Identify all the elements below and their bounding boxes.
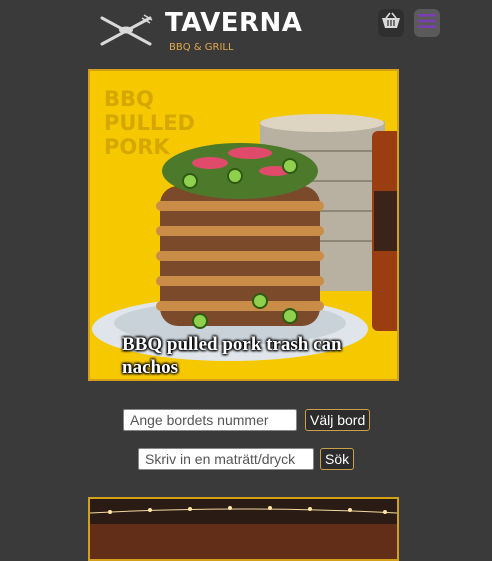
fork-knife-spoon-icon bbox=[96, 10, 156, 50]
second-dish-card[interactable] bbox=[88, 497, 399, 561]
search-input[interactable] bbox=[138, 448, 314, 470]
cart-button[interactable] bbox=[378, 9, 404, 37]
featured-dish-card[interactable]: BBQ PULLED PORK BBQ pulled pork trash ca… bbox=[88, 69, 399, 381]
hamburger-menu-icon bbox=[418, 13, 436, 33]
header: TAVERNA BBQ & GRILL bbox=[0, 0, 492, 62]
table-number-input[interactable] bbox=[123, 409, 297, 431]
select-table-button[interactable]: Välj bord bbox=[305, 409, 371, 431]
brand-tagline: BBQ & GRILL bbox=[169, 42, 234, 53]
restaurant-image bbox=[90, 499, 397, 559]
brand-name: TAVERNA bbox=[165, 8, 303, 38]
featured-dish-title: BBQ pulled pork trash can nachos bbox=[122, 334, 342, 378]
search-button[interactable]: Sök bbox=[320, 448, 355, 470]
basket-icon bbox=[381, 12, 401, 35]
menu-button[interactable] bbox=[414, 9, 440, 37]
